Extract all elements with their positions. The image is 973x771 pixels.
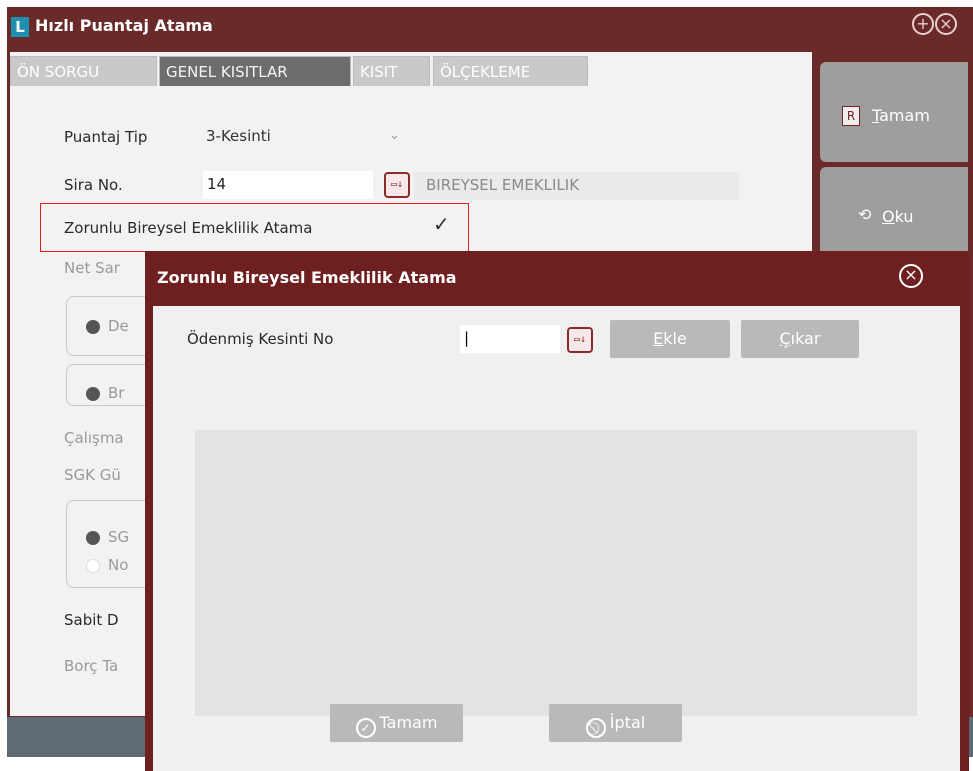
- tamam-side-button[interactable]: R Tamam: [820, 62, 968, 162]
- dialog-tamam-button[interactable]: ✓ Tamam: [330, 704, 463, 742]
- radio-sg-label: SG: [108, 528, 130, 546]
- sgk-label: SGK Gü: [64, 466, 121, 484]
- sira-no-value: 14: [207, 175, 227, 193]
- zorunlu-checkbox[interactable]: ✓: [433, 212, 450, 236]
- lookup-icon[interactable]: ▭↓: [384, 172, 410, 198]
- plus-circle-icon[interactable]: +: [912, 13, 934, 35]
- dialog-iptal-label: İptal: [609, 713, 646, 732]
- sira-no-label: Sira No.: [64, 176, 123, 194]
- title-bar[interactable]: L Hızlı Puantaj Atama + ×: [7, 7, 973, 47]
- radio-no[interactable]: [86, 559, 100, 573]
- tab-genel-kisitlar[interactable]: GENEL KISITLAR: [159, 56, 351, 86]
- puantaj-tip-value: 3-Kesinti: [206, 127, 271, 145]
- sira-no-input[interactable]: 14: [203, 171, 373, 199]
- odenmis-label: Ödenmiş Kesinti No: [187, 330, 334, 348]
- zorunlu-label: Zorunlu Bireysel Emeklilik Atama: [64, 219, 313, 237]
- tab-strip: ÖN SORGU GENEL KISITLAR KISIT ÖLÇEKLEME: [10, 52, 812, 88]
- borc-label: Borç Ta: [64, 657, 119, 675]
- dialog-title: Zorunlu Bireysel Emeklilik Atama: [157, 268, 457, 287]
- radio-no-label: No: [108, 556, 129, 574]
- kesinti-list[interactable]: [195, 430, 917, 716]
- tamam-side-label: Tamam: [872, 106, 930, 125]
- sabit-label: Sabit D: [64, 611, 119, 629]
- app-logo: L: [11, 17, 29, 37]
- radio-de[interactable]: [86, 320, 100, 334]
- cancel-icon: ⃠: [585, 718, 606, 738]
- odenmis-value: |: [464, 329, 470, 347]
- check-circle-icon: ✓: [355, 718, 376, 738]
- dialog-iptal-button[interactable]: ⃠İptal: [549, 704, 682, 742]
- puantaj-tip-label: Puantaj Tip: [64, 128, 148, 146]
- radio-de-label: De: [108, 317, 129, 335]
- radio-br[interactable]: [86, 387, 100, 401]
- calisma-label: Çalışma: [64, 429, 124, 447]
- dialog-tamam-label: Tamam: [379, 713, 438, 732]
- ekle-button[interactable]: Ekle: [610, 320, 730, 358]
- refresh-icon: ⟲: [858, 205, 872, 224]
- dialog-body: Ödenmiş Kesinti No | ▭↓ Ekle Çıkar ✓ Tama…: [153, 306, 960, 771]
- chevron-down-icon[interactable]: ⌄: [389, 128, 400, 143]
- radio-br-label: Br: [108, 384, 125, 402]
- close-circle-icon[interactable]: ×: [935, 13, 957, 35]
- oku-side-label: Oku: [882, 207, 914, 226]
- tab-on-sorgu[interactable]: ÖN SORGU: [10, 56, 157, 86]
- tab-olcekleme[interactable]: ÖLÇEKLEME: [433, 56, 588, 86]
- net-label: Net Sar: [64, 259, 120, 277]
- close-icon[interactable]: ×: [899, 264, 923, 288]
- odenmis-input[interactable]: |: [460, 325, 560, 353]
- puantaj-tip-select[interactable]: 3-Kesinti ⌄: [203, 124, 400, 150]
- radio-sg[interactable]: [86, 531, 100, 545]
- cikar-button[interactable]: Çıkar: [741, 320, 859, 358]
- report-icon: R: [842, 106, 860, 126]
- lookup-icon[interactable]: ▭↓: [567, 327, 593, 353]
- sira-no-description: BIREYSEL EMEKLILIK: [414, 172, 739, 200]
- zorunlu-dialog: Zorunlu Bireysel Emeklilik Atama × Ödenm…: [145, 251, 969, 771]
- sira-no-description-text: BIREYSEL EMEKLILIK: [426, 176, 580, 194]
- window-title: Hızlı Puantaj Atama: [35, 16, 213, 35]
- tab-kisit[interactable]: KISIT: [353, 56, 430, 86]
